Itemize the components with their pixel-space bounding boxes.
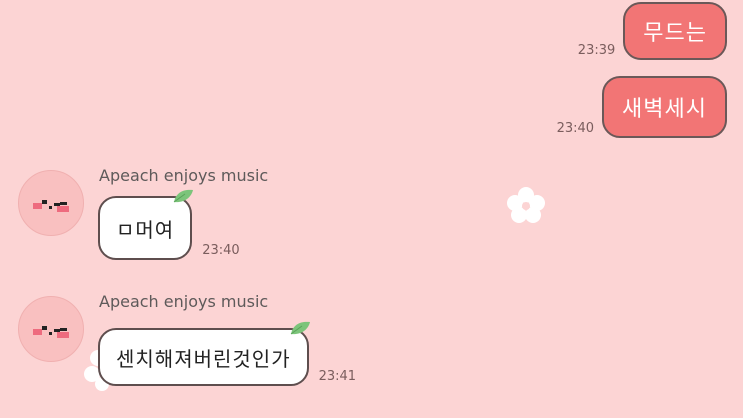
received-message-bubble[interactable]: 센치해져버린것인가 xyxy=(98,321,310,386)
sent-message-row: 23:39 무드는 xyxy=(578,2,727,60)
apeach-avatar-icon[interactable] xyxy=(18,170,84,236)
received-message-row: 센치해져버린것인가 23:41 xyxy=(98,321,357,386)
message-time: 23:40 xyxy=(202,243,240,258)
flower-icon xyxy=(507,187,545,223)
sent-message-bubble[interactable]: 새벽세시 xyxy=(602,76,727,138)
sender-name: Apeach enjoys music xyxy=(99,166,269,185)
apeach-avatar-icon[interactable] xyxy=(18,296,84,362)
message-text: 센치해져버린것인가 xyxy=(116,346,291,371)
sender-name: Apeach enjoys music xyxy=(99,292,269,311)
message-text: 새벽세시 xyxy=(622,97,707,122)
message-time: 23:39 xyxy=(577,43,616,58)
message-time: 23:41 xyxy=(318,369,357,384)
sent-message-bubble[interactable]: 무드는 xyxy=(623,2,727,60)
leaf-icon xyxy=(290,321,310,335)
received-message-bubble[interactable]: ㅁ머여 xyxy=(98,189,194,260)
received-message-row: ㅁ머여 23:40 xyxy=(98,189,240,260)
sent-message-row: 23:40 새벽세시 xyxy=(557,76,727,138)
message-text: ㅁ머여 xyxy=(116,217,175,242)
message-text: 무드는 xyxy=(643,21,707,46)
leaf-icon xyxy=(173,189,194,203)
message-time: 23:40 xyxy=(556,121,595,136)
